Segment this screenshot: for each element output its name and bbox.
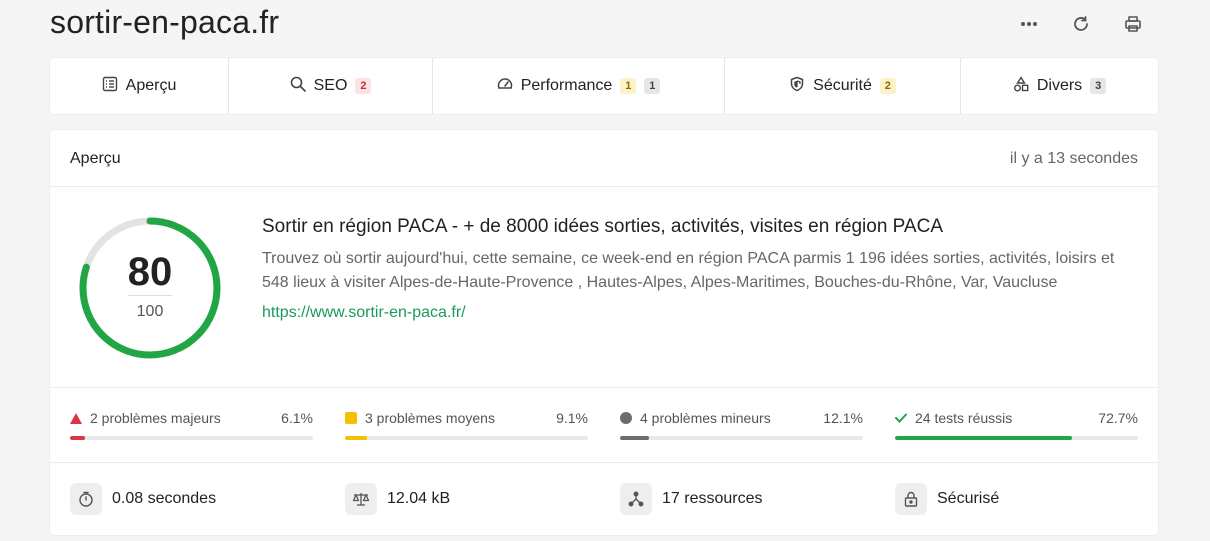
search-icon [290,76,306,97]
metric-value: 0.08 secondes [112,490,217,507]
stat-medium: 3 problèmes moyens 9.1% [345,410,588,450]
metric-value: Sécurisé [937,490,1000,507]
check-icon [895,412,907,424]
gauge-icon [497,76,513,97]
stat-percent: 9.1% [556,410,588,426]
shapes-icon [1013,75,1029,97]
progress-fill [70,436,85,440]
progress-fill [345,436,368,440]
page-metrics: 0.08 secondes 12.04 kB 17 ressources Séc… [50,463,1158,535]
badge: 2 [355,78,372,94]
overview-card: Aperçu il y a 13 secondes 80 100 Sortir … [50,130,1158,535]
progress-fill [620,436,650,440]
badge: 3 [1090,78,1107,94]
badge: 1 [644,78,661,94]
more-icon[interactable] [1014,12,1044,36]
tab-label: Sécurité [813,77,872,94]
page-url-link[interactable]: https://www.sortir-en-paca.fr/ [262,304,466,322]
progress-bar [620,436,863,440]
badge: 2 [879,78,896,94]
score-max: 100 [136,303,164,320]
tab-label: SEO [313,77,348,94]
card-title: Aperçu [70,150,121,167]
print-icon[interactable] [1118,12,1148,36]
score-gauge: 80 100 [76,214,224,362]
metric-page-size: 12.04 kB [345,483,450,515]
network-icon [620,483,652,515]
stat-major: 2 problèmes majeurs 6.1% [70,410,313,450]
tab-performance[interactable]: Performance 1 1 [433,58,725,114]
metric-value: 12.04 kB [387,490,451,507]
tab-securite[interactable]: Sécurité 2 [725,58,961,114]
top-bar: sortir-en-paca.fr [50,0,1158,50]
tab-label: Divers [1036,77,1083,94]
top-actions [1014,12,1148,36]
stat-label: 2 problèmes majeurs [90,410,221,426]
score-value: 80 [127,250,173,294]
tab-seo[interactable]: SEO 2 [229,58,433,114]
square-icon [345,412,357,424]
scale-icon [345,483,377,515]
stat-percent: 72.7% [1098,410,1138,426]
tab-label: Aperçu [125,77,177,94]
tab-divers[interactable]: Divers 3 [961,58,1158,114]
timestamp: il y a 13 secondes [1009,150,1138,167]
score-divider [128,295,172,296]
issue-stats: 2 problèmes majeurs 6.1% 3 problèmes moy… [50,387,1158,463]
progress-fill [895,436,1072,440]
stat-percent: 6.1% [281,410,313,426]
stat-label: 24 tests réussis [915,410,1013,426]
stat-passed: 24 tests réussis 72.7% [895,410,1138,450]
tab-apercu[interactable]: Aperçu [50,58,229,114]
progress-bar [70,436,313,440]
page-description: Trouvez où sortir aujourd'hui, cette sem… [262,250,1115,291]
badge: 1 [620,78,637,94]
stat-minor: 4 problèmes mineurs 12.1% [620,410,863,450]
metric-security: Sécurisé [895,483,999,515]
overview-icon [102,76,118,97]
lock-icon [895,483,927,515]
metric-resources: 17 ressources [620,483,763,515]
progress-bar [345,436,588,440]
triangle-icon [70,412,82,424]
tab-bar: Aperçu SEO 2 Performance 1 1 Sécurité 2 … [50,58,1158,114]
metric-value: 17 ressources [662,490,763,507]
circle-icon [620,412,632,424]
stopwatch-icon [70,483,102,515]
site-title: sortir-en-paca.fr [50,4,280,40]
stat-label: 3 problèmes moyens [365,410,495,426]
tab-label: Performance [520,77,613,94]
refresh-icon[interactable] [1066,12,1096,36]
stat-percent: 12.1% [823,410,863,426]
metric-load-time: 0.08 secondes [70,483,216,515]
page-info: Sortir en région PACA - + de 8000 idées … [262,216,1132,322]
page-title: Sortir en région PACA - + de 8000 idées … [262,216,943,237]
stat-label: 4 problèmes mineurs [640,410,771,426]
shield-icon [789,76,805,97]
card-header: Aperçu il y a 13 secondes [50,130,1158,187]
progress-bar [895,436,1138,440]
